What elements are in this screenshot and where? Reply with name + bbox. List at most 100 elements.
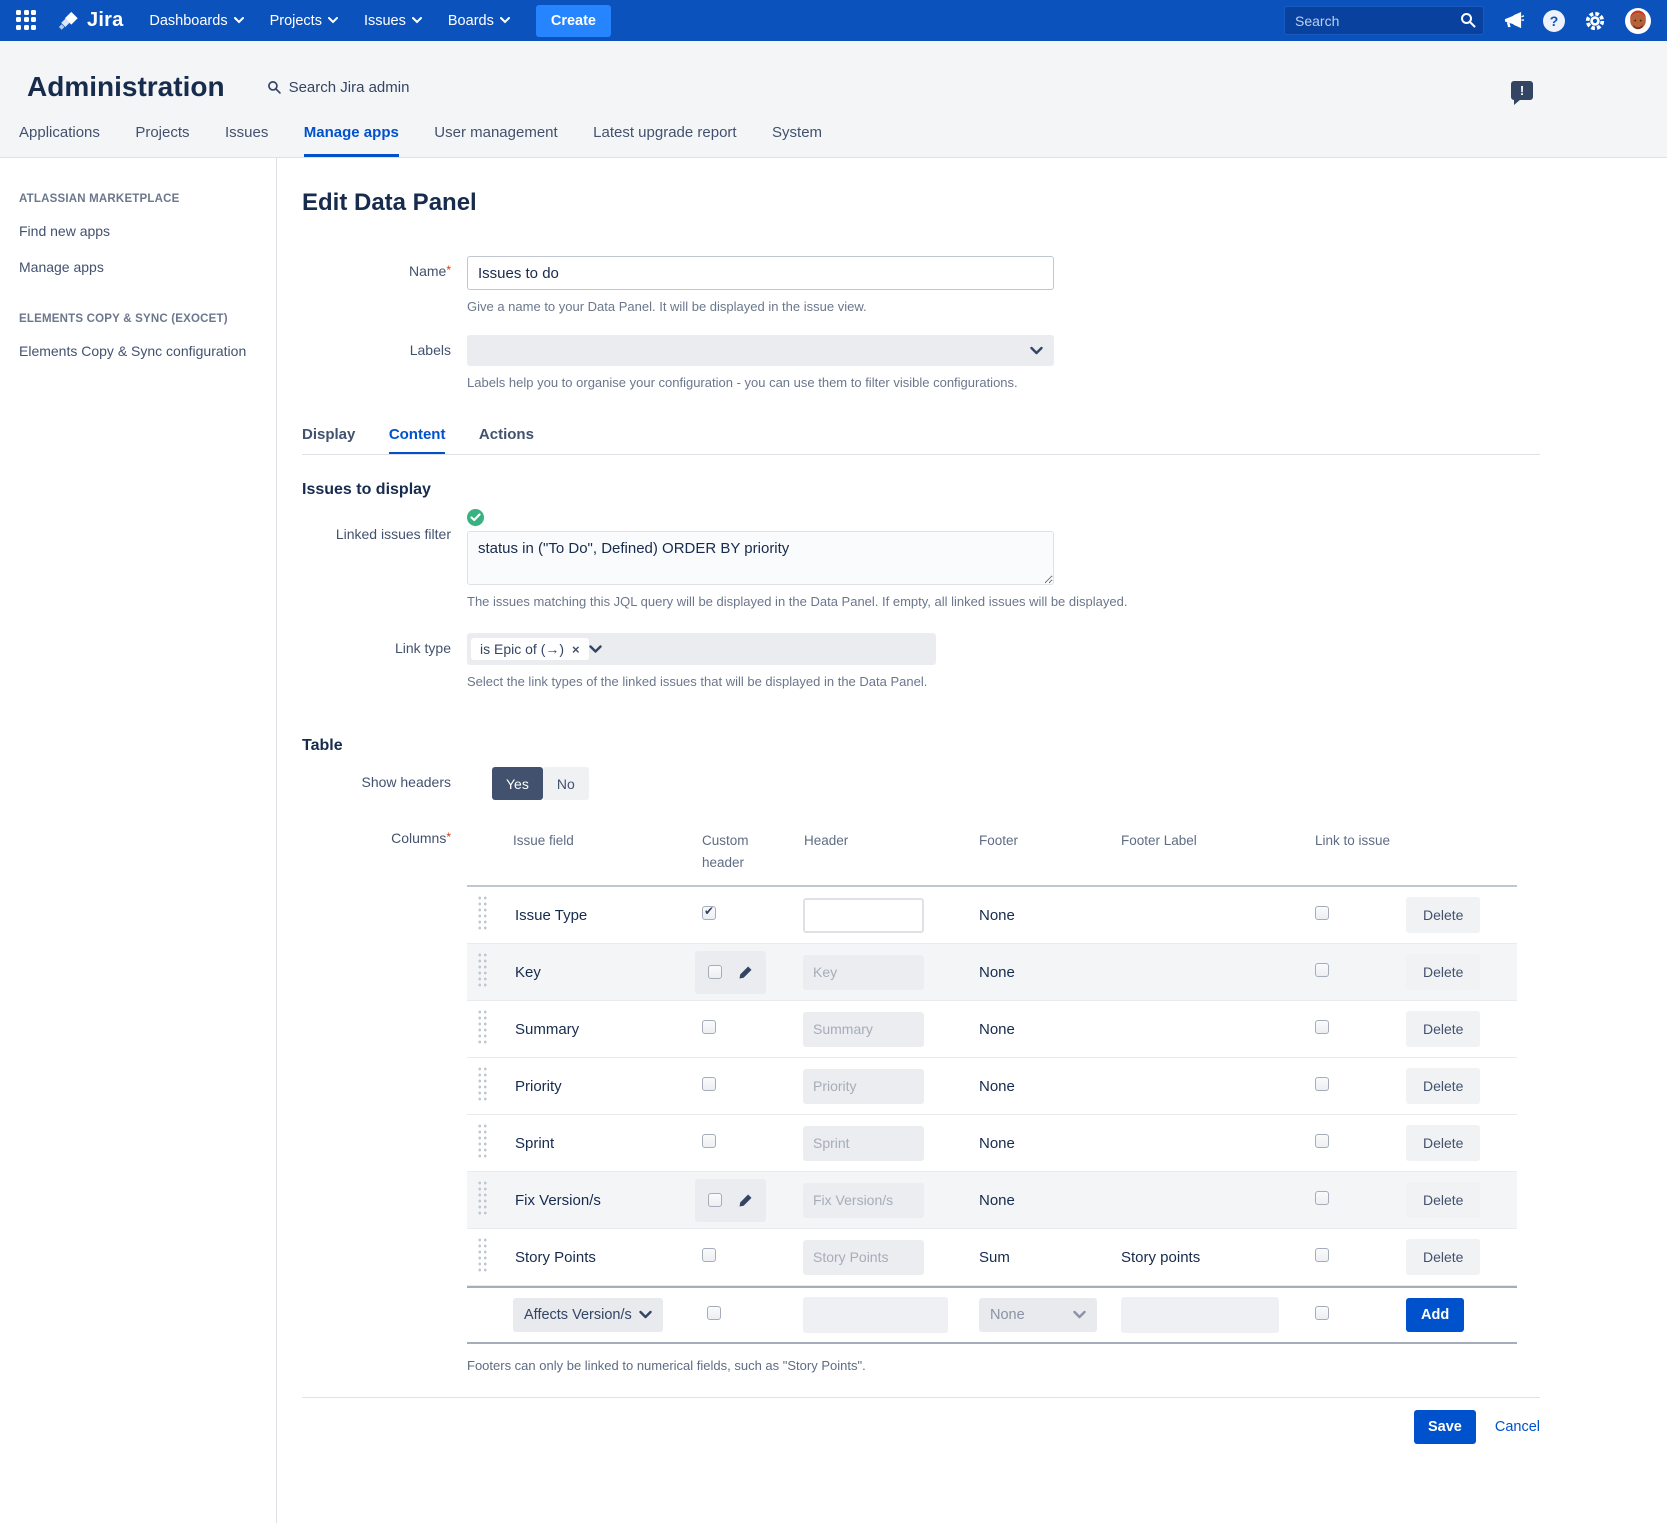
labels-select[interactable]: [467, 335, 1054, 366]
page: Jira Dashboards Projects Issues Boards C…: [0, 0, 1667, 1523]
custom-header-checkbox[interactable]: [708, 1193, 722, 1207]
tab-manage-apps[interactable]: Manage apps: [304, 124, 399, 157]
edit-pencil-icon[interactable]: [738, 965, 753, 980]
jql-filter-textarea[interactable]: status in ("To Do", Defined) ORDER BY pr…: [467, 531, 1054, 585]
drag-handle-icon[interactable]: [477, 1237, 488, 1273]
chevron-down-icon: [412, 17, 422, 24]
tab-content[interactable]: Content: [389, 426, 446, 454]
sidebar-item-elements-configuration[interactable]: Elements Copy & Sync configuration: [19, 342, 256, 361]
nav-dashboards[interactable]: Dashboards: [149, 13, 243, 29]
tab-applications[interactable]: Applications: [19, 124, 100, 154]
footer-value: None: [965, 907, 1107, 924]
link-type-label: Link type: [302, 633, 467, 689]
nav-boards[interactable]: Boards: [448, 13, 510, 29]
tab-projects[interactable]: Projects: [135, 124, 189, 154]
custom-header-checkbox[interactable]: [708, 965, 722, 979]
header-input[interactable]: [803, 1012, 924, 1047]
header-input[interactable]: [803, 1069, 924, 1104]
footer-value: None: [965, 964, 1107, 981]
tab-issues[interactable]: Issues: [225, 124, 268, 154]
header-input[interactable]: [803, 1240, 924, 1275]
delete-button[interactable]: Delete: [1406, 1068, 1480, 1104]
add-button[interactable]: Add: [1406, 1298, 1464, 1332]
chevron-down-icon: [1073, 1311, 1086, 1320]
header-input[interactable]: [803, 898, 924, 933]
new-header-input[interactable]: [803, 1297, 948, 1333]
name-input[interactable]: [467, 256, 1054, 290]
save-button[interactable]: Save: [1414, 1410, 1476, 1444]
new-footer-select[interactable]: None: [979, 1298, 1097, 1332]
jira-mark-icon: [58, 10, 80, 32]
chevron-down-icon: [589, 645, 602, 654]
drag-handle-icon[interactable]: [477, 1123, 488, 1159]
tab-latest-upgrade-report[interactable]: Latest upgrade report: [593, 124, 736, 154]
search-jira-admin[interactable]: Search Jira admin: [267, 79, 410, 96]
custom-header-checkbox[interactable]: [702, 1020, 716, 1034]
tab-user-management[interactable]: User management: [434, 124, 557, 154]
link-to-issue-checkbox[interactable]: [1315, 1020, 1329, 1034]
settings-gear-icon[interactable]: [1584, 10, 1606, 32]
show-headers-yes[interactable]: Yes: [492, 767, 543, 800]
help-icon[interactable]: ?: [1543, 10, 1565, 32]
new-custom-header-checkbox[interactable]: [707, 1306, 721, 1320]
nav-projects[interactable]: Projects: [270, 13, 338, 29]
tab-display[interactable]: Display: [302, 426, 355, 452]
custom-header-checkbox[interactable]: [702, 1077, 716, 1091]
search-icon[interactable]: [1460, 12, 1476, 28]
feedback-icon[interactable]: !: [1511, 81, 1533, 100]
announcements-icon[interactable]: [1503, 11, 1524, 30]
jira-logo[interactable]: Jira: [58, 9, 123, 32]
panel-tabs: Display Content Actions: [302, 426, 1540, 455]
divider: [302, 1397, 1540, 1398]
delete-button[interactable]: Delete: [1406, 897, 1480, 933]
drag-handle-icon[interactable]: [477, 952, 488, 988]
user-avatar[interactable]: [1625, 8, 1651, 34]
delete-button[interactable]: Delete: [1406, 1125, 1480, 1161]
cancel-link[interactable]: Cancel: [1495, 1419, 1540, 1435]
drag-handle-icon[interactable]: [477, 1180, 488, 1216]
column-row: Sprint None Delete: [467, 1115, 1517, 1172]
app-switcher-icon[interactable]: [16, 10, 38, 32]
footer-value: None: [965, 1135, 1107, 1152]
drag-handle-icon[interactable]: [477, 1009, 488, 1045]
search-input[interactable]: [1284, 6, 1484, 35]
delete-button[interactable]: Delete: [1406, 1239, 1480, 1275]
name-label: Name*: [302, 256, 467, 314]
link-type-tag-label: is Epic of (→): [480, 641, 564, 657]
custom-header-checkbox[interactable]: [702, 1134, 716, 1148]
footer-label-value: Story points: [1107, 1249, 1293, 1266]
custom-header-checkbox[interactable]: [702, 1248, 716, 1262]
tab-actions[interactable]: Actions: [479, 426, 534, 452]
header-input[interactable]: [803, 1126, 924, 1161]
required-asterisk: *: [446, 263, 451, 277]
columns-rows: Issue Type None Delete Key None Delete: [467, 887, 1517, 1286]
tab-system[interactable]: System: [772, 124, 822, 154]
sidebar-item-find-new-apps[interactable]: Find new apps: [19, 222, 256, 241]
remove-tag-icon[interactable]: ×: [572, 642, 580, 657]
link-to-issue-checkbox[interactable]: [1315, 906, 1329, 920]
delete-button[interactable]: Delete: [1406, 1011, 1480, 1047]
edit-pencil-icon[interactable]: [738, 1193, 753, 1208]
nav-issues[interactable]: Issues: [364, 13, 422, 29]
new-footer-label-input[interactable]: [1121, 1297, 1279, 1333]
show-headers-no[interactable]: No: [543, 767, 589, 800]
delete-button[interactable]: Delete: [1406, 954, 1480, 990]
link-to-issue-checkbox[interactable]: [1315, 963, 1329, 977]
column-row: Fix Version/s None Delete: [467, 1172, 1517, 1229]
custom-header-checkbox[interactable]: [702, 906, 716, 920]
new-column-field-select[interactable]: Affects Version/s: [513, 1298, 663, 1332]
header-input[interactable]: [803, 1183, 924, 1218]
new-link-to-issue-checkbox[interactable]: [1315, 1306, 1329, 1320]
link-to-issue-checkbox[interactable]: [1315, 1191, 1329, 1205]
delete-button[interactable]: Delete: [1406, 1182, 1480, 1218]
link-type-select[interactable]: is Epic of (→) ×: [467, 633, 936, 665]
admin-tabs: Applications Projects Issues Manage apps…: [0, 103, 1667, 158]
link-to-issue-checkbox[interactable]: [1315, 1134, 1329, 1148]
create-button[interactable]: Create: [536, 5, 611, 37]
drag-handle-icon[interactable]: [477, 1066, 488, 1102]
link-to-issue-checkbox[interactable]: [1315, 1077, 1329, 1091]
header-input[interactable]: [803, 955, 924, 990]
link-to-issue-checkbox[interactable]: [1315, 1248, 1329, 1262]
drag-handle-icon[interactable]: [477, 895, 488, 931]
sidebar-item-manage-apps[interactable]: Manage apps: [19, 258, 256, 277]
